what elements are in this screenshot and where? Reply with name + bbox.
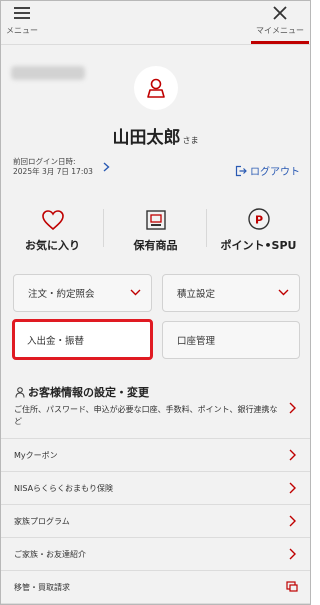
chevron-down-icon: [278, 289, 289, 296]
user-name: 山田太郎 さま: [1, 123, 310, 148]
list-item-coupon[interactable]: Myクーポン: [1, 439, 310, 472]
svg-text:P: P: [254, 214, 262, 227]
chevron-right-icon: [289, 548, 296, 560]
accumulation-label: 積立設定: [177, 289, 216, 300]
orders-label: 注文・約定照会: [28, 289, 95, 300]
logout-icon: [235, 165, 247, 176]
close-icon: [273, 6, 287, 20]
account-management-label: 口座管理: [177, 336, 216, 347]
user-name-text: 山田太郎: [112, 128, 181, 148]
logout-link[interactable]: ログアウト: [235, 163, 300, 178]
last-login-value: 2025年 3月 7日 17:03: [13, 167, 93, 176]
profile-section: 山田太郎 さま 前回ログイン日時: 2025年 3月 7日 17:03 ログアウト: [1, 46, 310, 191]
favorites-shortcut[interactable]: お気に入り: [1, 201, 104, 263]
menu-label: メニュー: [6, 26, 38, 35]
app-frame: メニュー マイメニュー 山田太郎 さま 前回ログイン日時: 2025年 3月 7日…: [0, 0, 311, 605]
favorites-label: お気に入り: [25, 239, 80, 252]
hamburger-icon: [14, 7, 30, 19]
chevron-right-icon: [289, 482, 296, 494]
accumulation-button[interactable]: 積立設定: [162, 274, 300, 312]
settings-title: お客様情報の設定・変更: [15, 384, 149, 400]
logout-label: ログアウト: [250, 167, 300, 178]
holdings-shortcut[interactable]: 保有商品: [104, 201, 207, 263]
menu-button[interactable]: メニュー: [5, 5, 39, 36]
last-login-label: 前回ログイン日時:: [13, 157, 76, 166]
list-item-nisa-insurance[interactable]: NISAらくらくおまもり保険: [1, 472, 310, 505]
points-label: ポイント•SPU: [220, 239, 297, 252]
coupon-label: Myクーポン: [14, 451, 58, 460]
chevron-right-icon: [289, 402, 296, 414]
family-program-label: 家族プログラム: [14, 517, 70, 526]
deposit-transfer-button[interactable]: 入出金・振替: [12, 319, 153, 360]
transfer-request-label: 移管・買取請求: [14, 583, 70, 592]
chevron-right-icon: [289, 515, 296, 527]
referral-label: ご家族・お友達紹介: [14, 550, 86, 559]
user-icon: [147, 78, 165, 98]
external-window-icon: [286, 581, 298, 592]
list-item-referral[interactable]: ご家族・お友達紹介: [1, 538, 310, 571]
orders-button[interactable]: 注文・約定照会: [13, 274, 152, 312]
avatar: [134, 66, 178, 110]
mypage-label: マイメニュー: [256, 26, 304, 35]
account-management-button[interactable]: 口座管理: [162, 321, 300, 359]
chevron-right-icon[interactable]: [103, 162, 110, 172]
mypage-button[interactable]: マイメニュー: [251, 5, 309, 36]
heart-icon: [41, 210, 64, 231]
chevron-right-icon: [289, 449, 296, 461]
customer-settings-item[interactable]: お客様情報の設定・変更 ご住所、パスワード、申込が必要な口座、手数料、ポイント、…: [1, 375, 310, 439]
holdings-icon: [145, 210, 166, 230]
list-item-transfer-request[interactable]: 移管・買取請求: [1, 571, 310, 604]
blurred-member-id: [11, 66, 85, 80]
active-tab-indicator: [251, 41, 309, 44]
holdings-label: 保有商品: [133, 239, 178, 252]
settings-title-text: お客様情報の設定・変更: [28, 386, 149, 399]
deposit-transfer-label: 入出金・振替: [27, 335, 85, 347]
nisa-insurance-label: NISAらくらくおまもり保険: [14, 484, 114, 493]
last-login-info[interactable]: 前回ログイン日時: 2025年 3月 7日 17:03: [13, 157, 93, 177]
top-header: メニュー マイメニュー: [1, 1, 310, 45]
person-icon: [15, 386, 25, 398]
settings-description: ご住所、パスワード、申込が必要な口座、手数料、ポイント、銀行連携など: [14, 405, 278, 426]
list-item-family-program[interactable]: 家族プログラム: [1, 505, 310, 538]
chevron-down-icon: [130, 289, 141, 296]
point-icon: P: [247, 208, 270, 230]
shortcut-row: お気に入り 保有商品 P ポイント•SPU: [1, 201, 310, 263]
honorific: さま: [182, 136, 199, 145]
points-shortcut[interactable]: P ポイント•SPU: [207, 201, 310, 263]
